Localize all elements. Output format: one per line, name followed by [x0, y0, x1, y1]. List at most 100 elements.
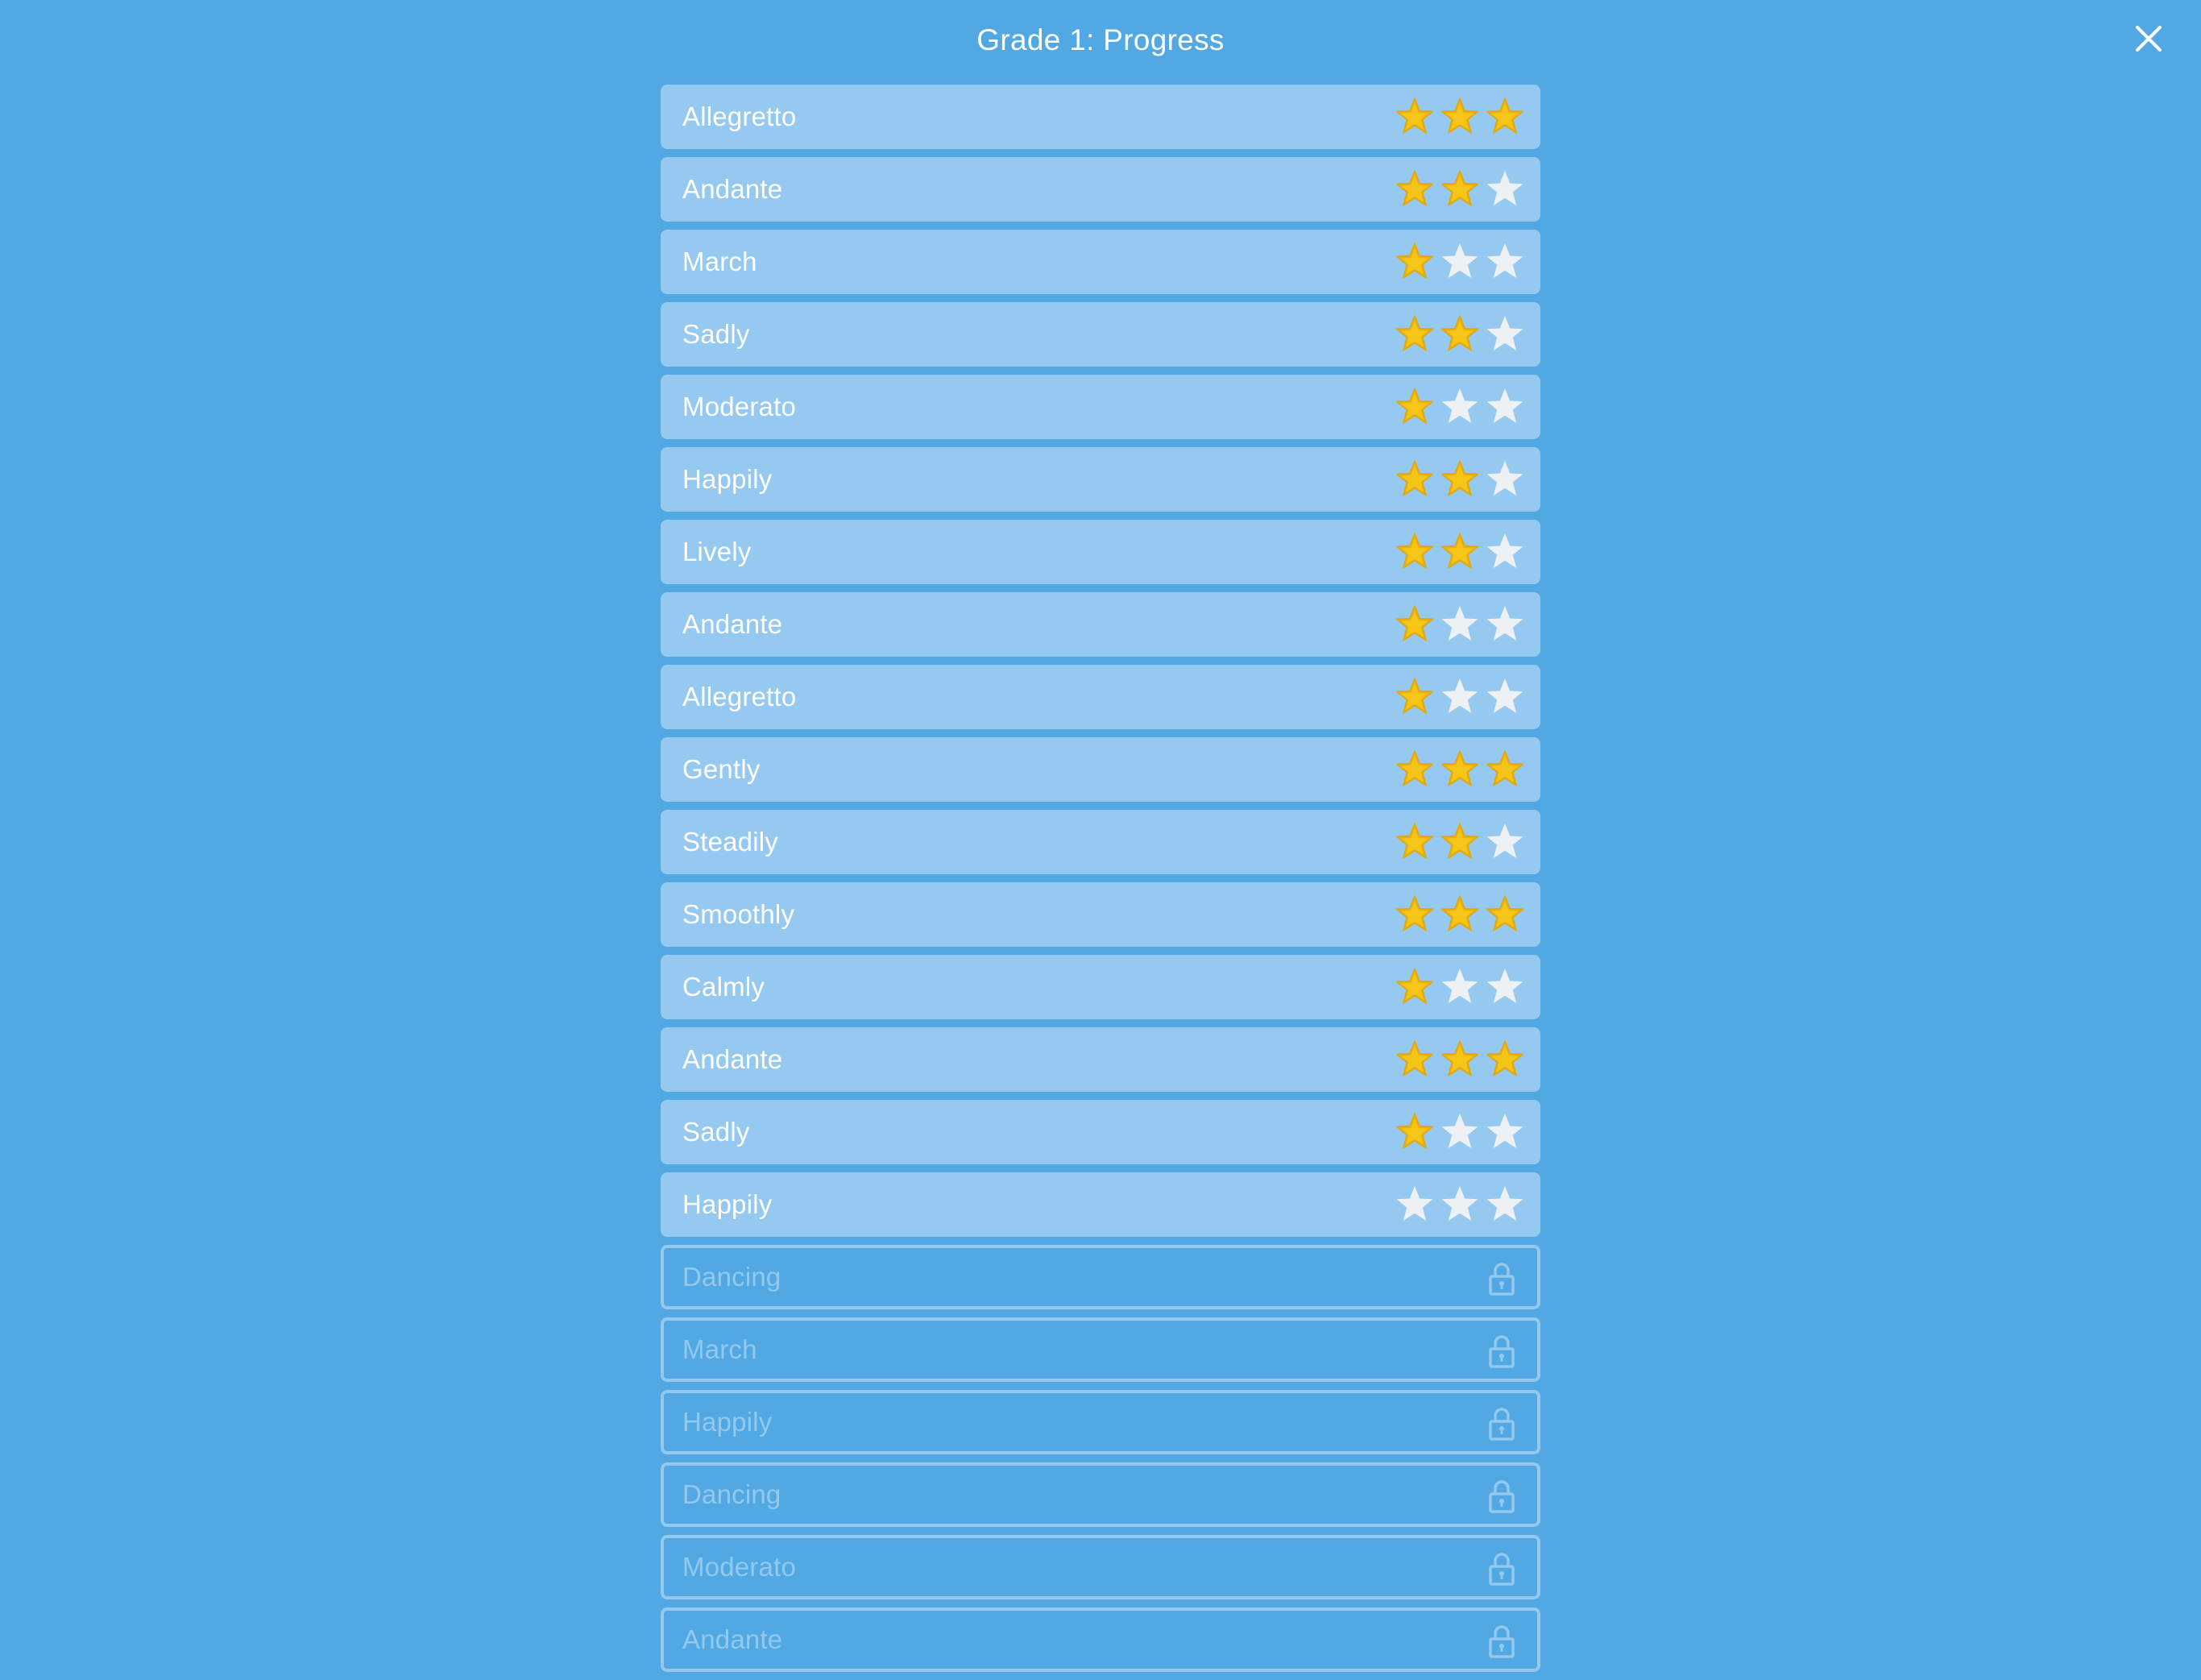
piece-name: Lively — [682, 537, 752, 566]
star-filled-icon — [1395, 1040, 1434, 1076]
star-filled-icon — [1486, 895, 1524, 931]
locked-piece-row[interactable]: Moderato — [661, 1535, 1540, 1599]
star-filled-icon — [1486, 97, 1524, 134]
star-filled-icon — [1395, 315, 1434, 351]
star-empty-icon — [1486, 969, 1523, 1003]
star-filled-icon — [1440, 750, 1479, 786]
star-rating — [1395, 894, 1524, 935]
star-empty-icon — [1441, 606, 1478, 641]
locked-piece-row[interactable]: March — [661, 1317, 1540, 1382]
lock-icon — [1489, 1263, 1515, 1296]
lock-icon — [1489, 1408, 1515, 1441]
piece-row[interactable]: Moderato — [661, 375, 1540, 439]
star-rating — [1395, 676, 1524, 718]
star-empty-icon — [1441, 243, 1478, 278]
star-rating — [1395, 966, 1524, 1008]
star-empty-icon — [1441, 388, 1478, 423]
star-filled-icon — [1395, 1113, 1434, 1149]
piece-name: Happily — [682, 464, 773, 494]
star-filled-icon — [1395, 170, 1434, 206]
star-empty-icon — [1486, 1114, 1523, 1148]
star-rating — [1395, 96, 1524, 138]
star-filled-icon — [1440, 170, 1479, 206]
star-filled-icon — [1440, 97, 1479, 134]
piece-row[interactable]: Happily — [661, 1172, 1540, 1237]
piece-name: Sadly — [682, 319, 750, 349]
close-button[interactable] — [2131, 21, 2166, 56]
piece-name: Happily — [682, 1189, 773, 1219]
piece-row[interactable]: Andante — [661, 592, 1540, 657]
star-filled-icon — [1440, 895, 1479, 931]
star-filled-icon — [1440, 460, 1479, 496]
star-rating — [1395, 604, 1524, 645]
page-title: Grade 1: Progress — [976, 23, 1225, 56]
piece-row[interactable]: Sadly — [661, 302, 1540, 367]
piece-name: Steadily — [682, 827, 779, 857]
lock-icon — [1489, 1480, 1515, 1513]
piece-name: Andante — [682, 609, 783, 639]
star-rating — [1395, 531, 1524, 573]
star-empty-icon — [1441, 1114, 1478, 1148]
star-filled-icon — [1395, 895, 1434, 931]
star-rating — [1395, 1184, 1524, 1226]
star-empty-icon — [1486, 606, 1523, 641]
locked-piece-row[interactable]: Happily — [661, 1390, 1540, 1454]
star-empty-icon — [1441, 1186, 1478, 1221]
piece-row[interactable]: Andante — [661, 1027, 1540, 1092]
piece-row[interactable]: Allegretto — [661, 85, 1540, 149]
close-icon — [2136, 26, 2162, 52]
star-rating — [1395, 386, 1524, 428]
star-filled-icon — [1440, 1040, 1479, 1076]
piece-name: Dancing — [682, 1262, 781, 1292]
star-empty-icon — [1486, 171, 1523, 205]
star-filled-icon — [1395, 243, 1434, 279]
piece-name: Dancing — [682, 1479, 781, 1509]
star-empty-icon — [1441, 678, 1478, 713]
piece-name: March — [682, 1334, 757, 1364]
star-empty-icon — [1396, 1186, 1433, 1221]
piece-row[interactable]: Sadly — [661, 1100, 1540, 1164]
locked-piece-row[interactable]: Dancing — [661, 1245, 1540, 1309]
piece-name: Calmly — [682, 972, 765, 1002]
star-filled-icon — [1395, 97, 1434, 134]
star-filled-icon — [1486, 750, 1524, 786]
piece-row[interactable]: Lively — [661, 520, 1540, 584]
star-empty-icon — [1486, 1186, 1523, 1221]
lock-icon — [1489, 1625, 1515, 1658]
star-rating — [1395, 749, 1524, 790]
piece-row[interactable]: Smoothly — [661, 882, 1540, 947]
piece-name: Allegretto — [682, 102, 797, 131]
star-empty-icon — [1441, 969, 1478, 1003]
piece-name: Smoothly — [682, 899, 795, 929]
piece-name: Andante — [682, 174, 783, 204]
piece-row[interactable]: Happily — [661, 447, 1540, 512]
progress-list: Allegretto Andante March Sadly Moderato Happi… — [661, 85, 1540, 1680]
star-filled-icon — [1395, 968, 1434, 1004]
star-filled-icon — [1486, 1040, 1524, 1076]
piece-row[interactable]: Andante — [661, 157, 1540, 222]
star-rating — [1395, 313, 1524, 355]
star-rating — [1395, 168, 1524, 210]
piece-row[interactable]: March — [661, 230, 1540, 294]
star-empty-icon — [1486, 243, 1523, 278]
piece-name: Andante — [682, 1624, 783, 1654]
star-filled-icon — [1440, 533, 1479, 569]
piece-row[interactable]: Steadily — [661, 810, 1540, 874]
star-filled-icon — [1395, 678, 1434, 714]
star-empty-icon — [1486, 388, 1523, 423]
lock-icon — [1489, 1553, 1515, 1586]
piece-name: Allegretto — [682, 682, 797, 711]
lock-icon — [1489, 1335, 1515, 1368]
star-rating — [1395, 241, 1524, 283]
piece-row[interactable]: Allegretto — [661, 665, 1540, 729]
piece-row[interactable]: Gently — [661, 737, 1540, 802]
star-empty-icon — [1486, 316, 1523, 351]
star-rating — [1395, 1111, 1524, 1153]
locked-piece-row[interactable]: Dancing — [661, 1462, 1540, 1527]
piece-row[interactable]: Calmly — [661, 955, 1540, 1019]
star-empty-icon — [1486, 678, 1523, 713]
locked-piece-row[interactable]: Andante — [661, 1607, 1540, 1672]
star-rating — [1395, 1039, 1524, 1081]
star-filled-icon — [1440, 315, 1479, 351]
piece-name: Moderato — [682, 1552, 797, 1582]
